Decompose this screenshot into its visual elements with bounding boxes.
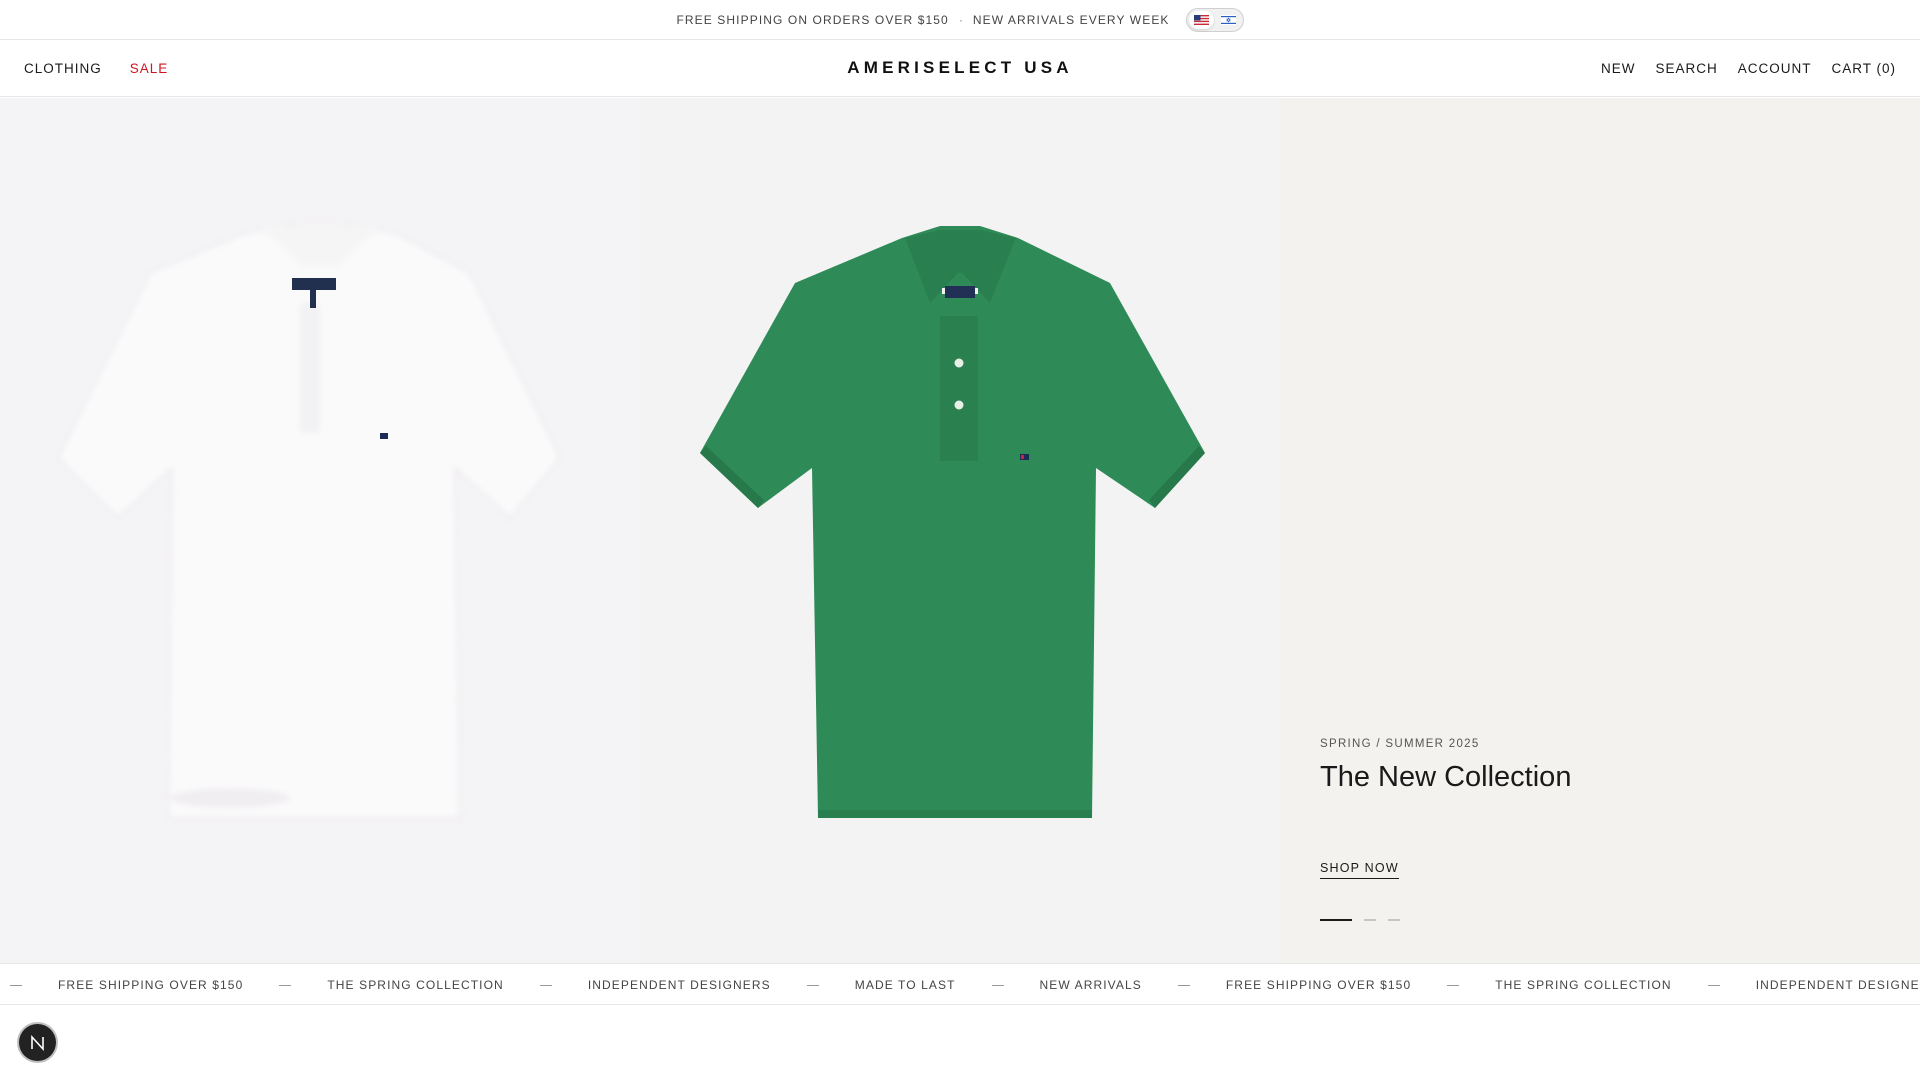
- marquee-item: THE SPRING COLLECTION: [327, 978, 504, 992]
- nav-search[interactable]: SEARCH: [1655, 61, 1717, 76]
- marquee-dash: [1447, 984, 1460, 986]
- il-flag-icon: [1220, 14, 1236, 25]
- announcement-shipping: FREE SHIPPING ON ORDERS OVER $150: [676, 12, 949, 27]
- slide-indicator-3[interactable]: [1388, 919, 1400, 921]
- nav-account[interactable]: ACCOUNT: [1738, 61, 1812, 76]
- nav-new[interactable]: NEW: [1601, 61, 1636, 76]
- hero-eyebrow: SPRING / SUMMER 2025: [1320, 738, 1480, 750]
- marquee-item: INDEPENDENT DESIGNERS: [1755, 978, 1920, 992]
- hero-title: The New Collection: [1320, 761, 1572, 793]
- marquee-item: FREE SHIPPING OVER $150: [1225, 978, 1412, 992]
- marquee-item: FREE SHIPPING OVER $150: [58, 978, 244, 992]
- utility-nav: NEW SEARCH ACCOUNT CART (0): [1601, 61, 1896, 76]
- hero-text-panel: SPRING / SUMMER 2025 The New Collection …: [1280, 98, 1920, 963]
- marquee-dash: [279, 984, 292, 986]
- announcement-arrivals: NEW ARRIVALS EVERY WEEK: [972, 12, 1170, 27]
- hero-banner: SPRING / SUMMER 2025 The New Collection …: [0, 98, 1920, 963]
- shop-now-button[interactable]: SHOP NOW: [1320, 861, 1399, 879]
- marquee-dash: [991, 984, 1004, 986]
- marquee-dash: [1177, 984, 1190, 986]
- marquee-dash: [539, 984, 552, 986]
- nav-sale[interactable]: SALE: [130, 61, 169, 76]
- marquee-dash: [806, 984, 819, 986]
- marquee-banner: FREE SHIPPING OVER $150 THE SPRING COLLE…: [0, 963, 1920, 1005]
- n-logo-button[interactable]: [19, 1024, 56, 1061]
- marquee-dash: [10, 984, 22, 986]
- language-toggle[interactable]: [1185, 7, 1244, 32]
- slide-indicator-2[interactable]: [1364, 919, 1376, 921]
- n-logo-icon: [30, 1034, 44, 1051]
- hero-image-white-polo[interactable]: [0, 98, 640, 963]
- site-header: CLOTHING SALE AMERISELECT USA NEW SEARCH…: [0, 40, 1920, 97]
- site-logo[interactable]: AMERISELECT USA: [847, 58, 1072, 78]
- marquee-dash: [1707, 984, 1720, 986]
- slide-indicator-1[interactable]: [1320, 919, 1352, 921]
- marquee-item: MADE TO LAST: [854, 978, 956, 992]
- language-option-us[interactable]: [1188, 10, 1214, 29]
- language-option-il[interactable]: [1216, 11, 1241, 29]
- hero-image-green-polo[interactable]: [640, 98, 1280, 963]
- marquee-item: THE SPRING COLLECTION: [1495, 978, 1672, 992]
- slide-indicators: [1320, 919, 1400, 921]
- primary-nav: CLOTHING SALE: [24, 61, 168, 76]
- nav-cart[interactable]: CART (0): [1831, 61, 1896, 76]
- announcement-separator: ·: [958, 12, 963, 27]
- green-polo-image: [700, 226, 1205, 818]
- nav-clothing[interactable]: CLOTHING: [24, 61, 102, 76]
- marquee-track: FREE SHIPPING OVER $150 THE SPRING COLLE…: [10, 964, 1920, 1004]
- marquee-item: INDEPENDENT DESIGNERS: [587, 978, 771, 992]
- us-flag-icon: [1193, 14, 1209, 25]
- white-polo-image: [56, 222, 562, 819]
- marquee-item: NEW ARRIVALS: [1039, 978, 1142, 992]
- announcement-bar: FREE SHIPPING ON ORDERS OVER $150 · NEW …: [0, 0, 1920, 40]
